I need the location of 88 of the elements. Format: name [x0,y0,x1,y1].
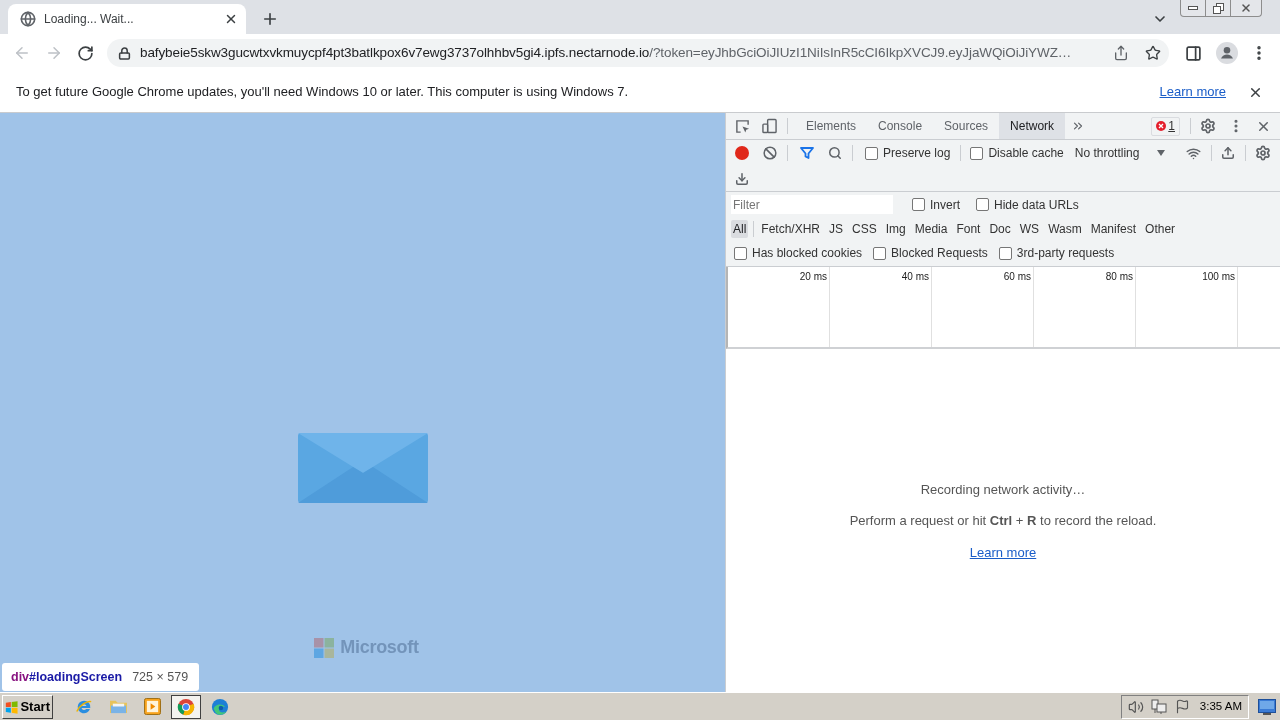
filter-input[interactable]: Filter [731,195,893,214]
devtools-tab[interactable]: Network [999,113,1066,139]
type-filter[interactable]: Media [912,220,950,238]
device-toolbar-icon[interactable] [762,118,777,134]
media-play-icon [143,698,161,715]
upload-icon[interactable] [1221,146,1236,160]
url-text: bafybeie5skw3gucwtxvkmuycpf4pt3batlkpox6v7ewg3737olhhbv5gi4.ipfs.nectarnode.io/?token=eyJhbGciOiJIUzI1NiIsInR5cCI6IkpXVCJ9.eyJjaWQiOiJiYWZ… [140,43,1072,62]
restore-icon [1212,2,1224,14]
close-tab-icon[interactable] [224,12,238,26]
filter-funnel-icon[interactable] [800,146,814,160]
taskbar-button[interactable] [171,694,201,719]
type-filter[interactable]: CSS [850,220,879,238]
settings-icon[interactable] [1255,145,1272,161]
empty-state-title: Recording network activity… [920,480,1086,499]
record-icon[interactable] [735,146,749,160]
search-icon[interactable] [828,146,842,160]
type-filter[interactable]: Fetch/XHR [759,220,823,238]
download-icon[interactable] [735,171,749,186]
share-icon[interactable] [1113,45,1129,61]
devtools-tab[interactable]: Sources [933,113,1000,139]
timeline-tick-label: 20 ms [799,271,827,283]
start-button[interactable]: Start [2,694,53,719]
folder-icon [108,698,128,715]
learn-more-link[interactable]: Learn more [1159,82,1226,102]
type-filter[interactable]: Font [954,220,983,238]
lock-icon [118,46,131,60]
profile-avatar-icon[interactable] [1216,42,1238,64]
wave-browser-logo-icon [211,697,229,716]
flag-icon[interactable] [1175,699,1190,714]
checkbox[interactable] [998,246,1012,260]
element-size: 725 × 579 [132,668,189,686]
reload-icon[interactable] [77,44,94,62]
empty-state-hint: Perform a request or hit Ctrl + R to record the reload. [849,512,1157,531]
type-filter[interactable]: WS [1017,220,1042,238]
timeline-tick-label: 100 ms [1202,271,1235,283]
side-panel-icon[interactable] [1185,44,1202,62]
network-icon[interactable] [1151,698,1167,715]
timeline-tick-label: 80 ms [1105,271,1133,283]
element-selector: div#loadingScreen [11,668,123,686]
settings-icon[interactable] [1200,118,1216,134]
type-filter[interactable]: Img [883,220,908,238]
address-bar[interactable]: bafybeie5skw3gucwtxvkmuycpf4pt3batlkpox6v7ewg3737olhhbv5gi4.ipfs.nectarnode.io/?token=eyJhbGciOiJIUzI1NiIsInR5cCI6IkpXVCJ9.eyJjaWQiOiJiYWZ… [107,39,1169,67]
inspect-element-icon[interactable] [735,118,750,134]
type-filter[interactable]: JS [827,220,846,238]
tab-title: Loading... Wait... [44,11,135,28]
checkbox-label: Invert [930,196,960,214]
network-conditions-icon[interactable] [1185,145,1203,161]
checkbox-label: 3rd-party requests [1016,245,1115,262]
new-tab-icon[interactable] [261,10,279,28]
checkbox-label: Has blocked cookies [752,245,863,262]
checkbox-label: Blocked Requests [891,245,988,262]
infobar-message: To get future Google Chrome updates, you'll need Windows 10 or later. This computer is using Windows 7. [16,83,629,102]
globe-icon [20,11,36,27]
type-filter[interactable]: Wasm [1046,220,1084,238]
close-icon [1240,2,1252,14]
clear-icon[interactable] [763,146,777,160]
error-count-badge[interactable]: 1 [1151,116,1180,136]
timeline-tick-label: 60 ms [1003,271,1031,283]
checkbox-label: Preserve log [883,145,951,162]
checkbox[interactable] [912,198,925,211]
minimize-icon [1188,6,1198,10]
type-filter[interactable]: Other [1143,220,1178,238]
throttling-dropdown[interactable]: No throttling [1074,144,1166,162]
type-filter[interactable]: Doc [987,220,1013,238]
checkbox[interactable] [734,246,747,260]
bookmark-star-icon[interactable] [1145,45,1161,61]
devtools-tab[interactable]: Elements [795,113,868,139]
checkbox[interactable] [865,146,878,160]
four-squares-logo-icon [314,637,335,658]
devtools-tab[interactable]: Console [867,113,934,139]
type-filter[interactable]: Manifest [1088,220,1139,238]
timeline-tick-label: 40 ms [901,271,929,283]
browser-tab[interactable]: Loading... Wait... [8,4,246,34]
checkbox[interactable] [976,198,989,211]
checkbox[interactable] [970,146,984,160]
round-browser-logo-icon [177,697,195,716]
type-filter[interactable]: All [731,220,749,238]
volume-icon[interactable] [1128,698,1144,715]
start-logo-icon [5,698,19,715]
checkbox-label: Hide data URLs [994,196,1079,214]
error-count: 1 [1168,118,1175,135]
caret-icon [1157,150,1166,156]
error-icon [1156,121,1167,131]
show-desktop-icon[interactable] [1258,698,1276,715]
checkbox-label: Disable cache [988,145,1064,162]
checkbox[interactable] [873,246,887,260]
learn-more-link[interactable]: Learn more [969,542,1037,563]
envelope-icon [297,433,428,503]
